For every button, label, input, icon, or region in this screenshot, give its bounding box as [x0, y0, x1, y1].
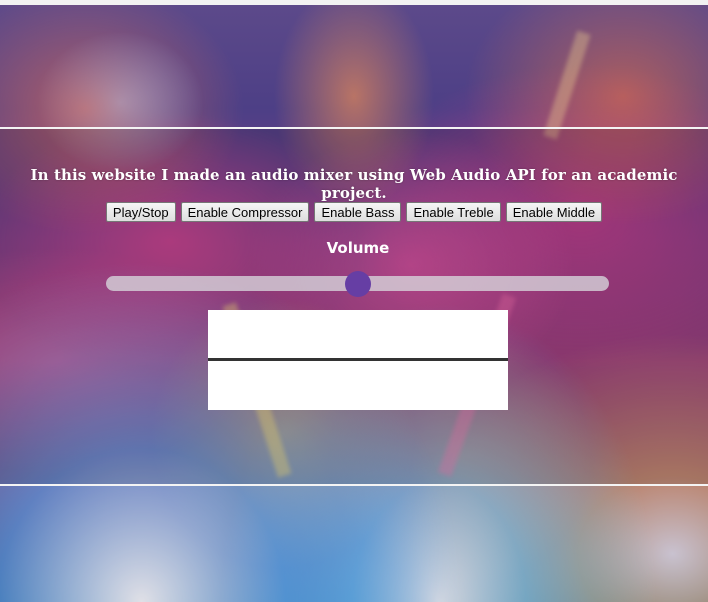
- visualizer-canvas-top: [208, 310, 508, 358]
- top-border: [0, 0, 708, 5]
- enable-bass-button[interactable]: Enable Bass: [314, 202, 402, 222]
- stage-light: [543, 30, 591, 140]
- visualizer-canvas-bottom: [208, 361, 508, 410]
- mixer-controls: Play/Stop Enable Compressor Enable Bass …: [0, 202, 708, 222]
- page-headline: In this website I made an audio mixer us…: [30, 166, 678, 202]
- section-divider-bottom: [0, 484, 708, 486]
- volume-slider-thumb[interactable]: [344, 271, 371, 297]
- volume-label: Volume: [326, 239, 390, 257]
- enable-compressor-button[interactable]: Enable Compressor: [180, 202, 310, 222]
- enable-middle-button[interactable]: Enable Middle: [505, 202, 603, 222]
- play-stop-button[interactable]: Play/Stop: [105, 202, 176, 222]
- enable-treble-button[interactable]: Enable Treble: [406, 202, 501, 222]
